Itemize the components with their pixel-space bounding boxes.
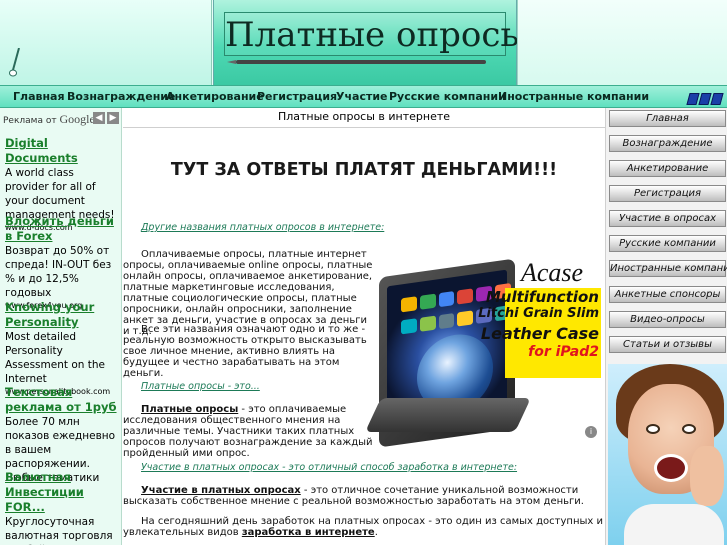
paragraph-today-end: . [374,527,378,538]
section-link-earnings[interactable]: Участие в платных опросах - это отличный… [141,462,517,473]
topnav-item-participation[interactable]: Участие [336,90,388,103]
ads-by-label: Реклама от [3,116,57,126]
ad-line-1: Multifunction [485,288,599,306]
term-participation[interactable]: Участие в платных опросах [141,485,301,496]
google-logo: Google [59,112,95,126]
ad-item[interactable]: Вложить деньги в Forex Возврат до 50% от… [5,214,119,311]
ad-line-4: for iPad2 [528,344,599,360]
paragraph-participation: Участие в платных опросах - это отличное… [123,485,603,507]
ad-line-3: Leather Case [480,324,599,343]
ad-promo-box: Multifunction Litchi Grain Slim Leather … [478,288,601,378]
rightnav-item-video[interactable]: Видео-опросы [609,311,726,328]
ad-title[interactable]: Валютная Инвестиции FOR... [5,470,119,515]
rightnav-item-register[interactable]: Регистрация [609,185,726,202]
rightnav-item-reward[interactable]: Вознаграждение [609,135,726,152]
ad-text: Круглосуточная валютная торговля Пробуйт… [5,516,115,545]
rightnav-item-survey[interactable]: Анкетирование [609,160,726,177]
topnav-item-russian[interactable]: Русские компании [389,90,506,103]
ad-info-icon[interactable]: i [585,426,597,438]
rightnav-item-participation[interactable]: Участие в опросах [609,210,726,227]
rightnav-item-sponsors[interactable]: Анкетные спонсоры [609,286,726,303]
paragraph-definition: Платные опросы - это оплачиваемые исслед… [123,404,375,459]
section-link-other-names[interactable]: Другие названия платных опросов в интерн… [141,222,384,233]
term-internet-earnings[interactable]: заработка в интернете [242,527,375,538]
ad-title[interactable]: Knowing your Personality [5,300,119,330]
main-content: Платные опросы в интернете ТУТ ЗА ОТВЕТЫ… [123,108,605,545]
site-title-box: Платные опросы [213,0,528,85]
ad-text: Возврат до 50% от спреда! IN-OUT без % и… [5,245,112,299]
rightnav-item-home[interactable]: Главная [609,110,726,127]
body-shape [624,504,724,545]
ad-title[interactable]: Текстовая реклама от 1руб [5,385,119,415]
pen-icon [9,48,20,77]
surprised-woman-image [608,364,727,545]
hand-shape [690,446,724,506]
blue-block-icon [710,93,724,105]
topnav-item-reward[interactable]: Вознаграждение [67,90,175,103]
topnav-item-register[interactable]: Регистрация [257,90,337,103]
ad-text: Most detailed Personality Assessment on … [5,331,105,385]
section-link-what-is[interactable]: Платные опросы - это... [141,381,260,392]
case-flap-image [365,398,531,432]
rightnav-item-foreign[interactable]: Иностранные компании [609,260,727,277]
ads-by-google[interactable]: Реклама от Google [3,112,95,127]
pencil-icon [236,60,486,64]
site-title-frame: Платные опросы [224,12,528,56]
page-title: Платные опросы в интернете [123,108,605,128]
headline: ТУТ ЗА ОТВЕТЫ ПЛАТЯТ ДЕНЬГАМИ!!! [170,160,558,180]
ad-line-2: Litchi Grain Slim [478,306,599,321]
ad-column: Реклама от Google ◀ ▶ Digital Documents … [0,108,122,545]
right-nav: Главная Вознаграждение Анкетирование Рег… [605,108,727,545]
rightnav-item-russian[interactable]: Русские компании [609,235,726,252]
paragraph-meaning: Все эти названия означают одно и то же -… [123,324,367,379]
header: Платные опросы [0,0,727,85]
paragraph-today: На сегодняшний день заработок на платных… [123,516,603,538]
topnav-item-foreign[interactable]: Иностранные компании [498,90,649,103]
ad-item[interactable]: Knowing your Personality Most detailed P… [5,300,119,397]
corner-icons [686,93,724,105]
ad-title[interactable]: Digital Documents [5,136,119,166]
ad-item[interactable]: Валютная Инвестиции FOR... Круглосуточна… [5,470,119,545]
site-title: Платные опросы [225,15,528,55]
eye-right [682,424,696,434]
rightnav-item-articles[interactable]: Статьи и отзывы [609,336,726,353]
mouth-shape [654,454,688,482]
ad-title[interactable]: Вложить деньги в Forex [5,214,119,244]
eye-left [646,424,660,434]
term-paid-surveys[interactable]: Платные опросы [141,404,238,415]
ad-prev-icon[interactable]: ◀ [93,112,105,124]
topnav-item-home[interactable]: Главная [13,90,65,103]
header-right-panel [517,0,727,85]
ad-next-icon[interactable]: ▶ [107,112,119,124]
header-left-panel [0,0,212,85]
topnav-item-survey[interactable]: Анкетирование [166,90,264,103]
top-nav: Главная Вознаграждение Анкетирование Рег… [0,85,727,108]
ipad-case-ad[interactable]: Acase Multifunction Litchi Grain Slim Le… [365,258,601,448]
ad-brand: Acase [521,258,584,287]
pencil-tip-icon [227,60,236,64]
